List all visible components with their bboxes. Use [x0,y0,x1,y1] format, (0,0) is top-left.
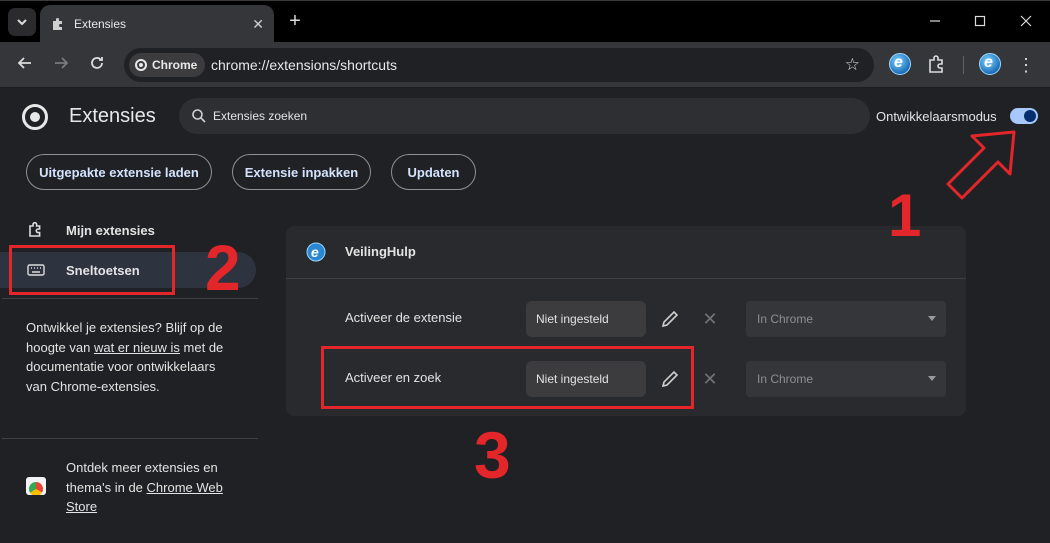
forward-button[interactable] [47,51,75,79]
back-button[interactable] [11,51,39,79]
clear-icon[interactable]: ✕ [700,309,720,329]
sidebar-item-label: Mijn extensies [66,222,155,238]
dropdown-caret-icon [928,376,936,381]
window-close-button[interactable] [1011,9,1041,35]
chevron-down-icon [17,19,27,26]
tab-strip: Extensies ✕ + [0,0,1050,43]
site-chip-label: Chrome [152,58,198,72]
arrow-right-icon [55,57,69,69]
extension-search[interactable] [179,98,870,134]
extension-globe-icon[interactable] [889,53,911,75]
scope-value: In Chrome [757,372,814,386]
extensions-puzzle-icon[interactable] [925,52,949,76]
annotation-number: 2 [205,232,241,304]
shortcut-input[interactable]: Niet ingesteld [526,301,646,337]
clear-icon[interactable]: ✕ [700,369,720,389]
extension-name: VeilingHulp [345,244,416,259]
dev-mode-label: Ontwikkelaarsmodus [876,109,997,124]
svg-text:e: e [311,244,319,260]
dev-mode-toggle[interactable] [1010,108,1038,124]
search-input[interactable] [213,109,813,123]
search-icon [192,109,206,123]
load-unpacked-button[interactable]: Uitgepakte extensie laden [26,154,212,190]
toolbar: Chrome chrome://extensions/shortcuts ☆ ⋮ [0,42,1050,88]
scope-select[interactable]: In Chrome [746,361,946,397]
arrow-left-icon [17,57,31,69]
developer-info-text: Ontwikkel je extensies? Blijf op de hoog… [26,318,231,396]
tab-extensions[interactable]: Extensies ✕ [40,5,274,43]
menu-kebab-icon[interactable]: ⋮ [1016,52,1036,78]
page-title: Extensies [69,105,156,127]
reload-button[interactable] [83,51,111,79]
sidebar-divider [2,438,258,439]
toggle-knob [1024,110,1036,122]
annotation-box [9,245,175,295]
tab-title: Extensies [74,17,127,31]
dropdown-caret-icon [928,316,936,321]
puzzle-icon [53,18,62,30]
web-store-icon [26,477,46,495]
maximize-icon [974,15,986,27]
annotation-number: 3 [474,418,511,492]
profile-avatar[interactable] [979,53,1001,75]
address-bar[interactable]: Chrome chrome://extensions/shortcuts ☆ [124,48,874,82]
close-icon [1020,15,1032,27]
scope-select[interactable]: In Chrome [746,301,946,337]
minimize-icon [930,20,940,22]
toolbar-divider [963,56,964,74]
new-tab-button[interactable]: + [284,9,306,33]
pencil-icon[interactable] [658,307,682,331]
annotation-number: 1 [888,182,922,249]
extensions-logo [22,104,48,130]
maximize-button[interactable] [965,9,995,35]
puzzle-icon [29,221,41,237]
extension-icon: e [306,242,326,262]
update-button[interactable]: Updaten [391,154,476,190]
url-text[interactable]: chrome://extensions/shortcuts [211,57,397,73]
card-header: e VeilingHulp [286,226,966,279]
bookmark-star-icon[interactable]: ☆ [845,55,860,75]
chrome-icon [135,59,147,71]
minimize-button[interactable] [920,9,950,35]
web-store-text: Ontdek meer extensies en thema's in de C… [66,458,241,517]
tab-search-button[interactable] [8,8,36,36]
shortcut-row-label: Activeer de extensie [345,310,463,325]
annotation-arrow-icon [946,130,1016,200]
close-icon[interactable]: ✕ [252,16,264,33]
scope-value: In Chrome [757,312,814,326]
site-chip[interactable]: Chrome [129,53,206,77]
pack-extension-button[interactable]: Extensie inpakken [232,154,371,190]
whats-new-link[interactable]: wat er nieuw is [94,340,180,355]
reload-icon [91,57,103,69]
annotation-box [321,346,694,409]
